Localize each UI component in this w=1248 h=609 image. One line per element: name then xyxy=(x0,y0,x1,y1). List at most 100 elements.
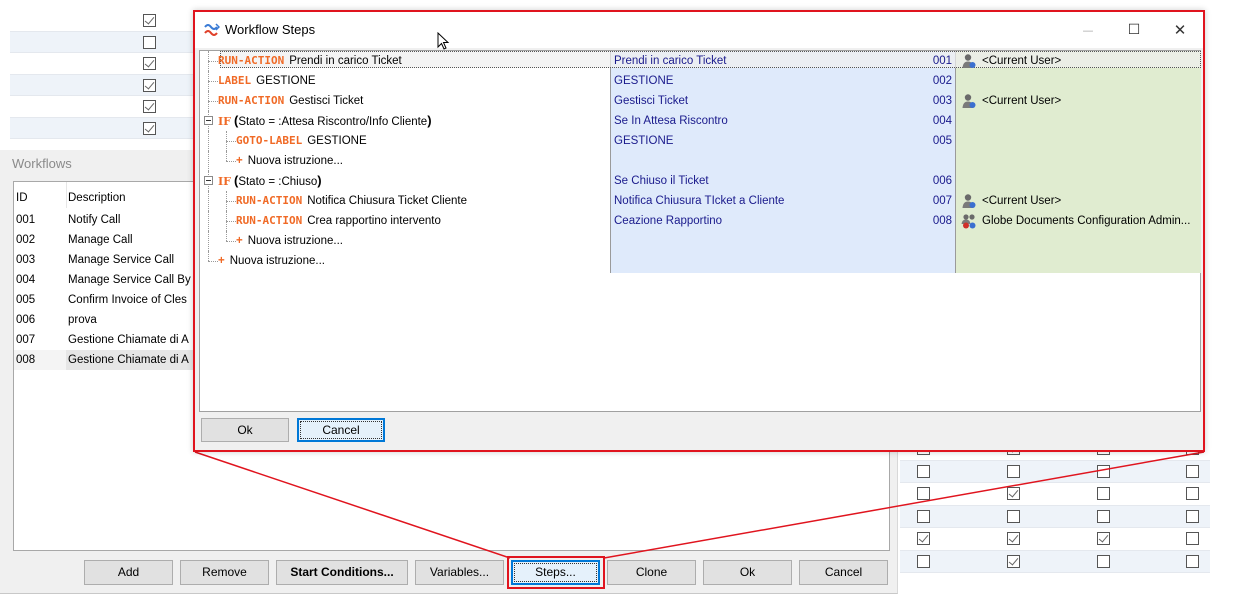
close-button[interactable]: ✕ xyxy=(1157,12,1203,48)
step-statement: + Nuova istruzione... xyxy=(236,153,343,169)
remove-button[interactable]: Remove xyxy=(180,560,269,585)
checkbox[interactable] xyxy=(1097,487,1110,500)
tree-line xyxy=(208,131,209,151)
checkbox[interactable] xyxy=(917,532,930,545)
step-text: Stato = :Chiuso xyxy=(238,176,318,188)
ok-button[interactable]: Ok xyxy=(703,560,792,585)
tree-line xyxy=(226,231,227,241)
step-text: GESTIONE xyxy=(307,135,367,147)
step-statement: LABEL GESTIONE xyxy=(218,73,316,89)
add-button[interactable]: Add xyxy=(84,560,173,585)
workflow-row[interactable]: 003 Manage Service Call xyxy=(14,250,204,270)
new-instruction-link[interactable]: Nuova istruzione... xyxy=(230,255,325,267)
workflow-description: Manage Service Call By xyxy=(68,274,191,286)
checkbox[interactable] xyxy=(143,57,156,70)
tree-line xyxy=(208,71,209,91)
checkbox[interactable] xyxy=(143,78,156,92)
workflow-row-selected[interactable]: 008 Gestione Chiamate di A xyxy=(14,350,204,370)
step-row-selected[interactable]: RUN-ACTION Prendi in carico Ticket Prendi … xyxy=(200,51,1201,71)
clone-button[interactable]: Clone xyxy=(607,560,696,585)
step-number: 001 xyxy=(932,55,952,67)
workflow-description: Manage Call xyxy=(68,234,133,246)
checkbox[interactable] xyxy=(917,509,930,523)
collapse-toggle-icon[interactable] xyxy=(204,116,213,125)
workflow-row[interactable]: 004 Manage Service Call By xyxy=(14,270,204,290)
checkbox[interactable] xyxy=(1186,464,1199,478)
checkbox[interactable] xyxy=(1186,554,1199,568)
checkbox[interactable] xyxy=(1097,464,1110,478)
checkbox[interactable] xyxy=(1007,532,1020,545)
step-description: GESTIONE xyxy=(614,135,674,147)
checkbox[interactable] xyxy=(1097,554,1110,568)
dialog-cancel-button[interactable]: Cancel xyxy=(297,418,385,442)
step-row[interactable]: IF (Stato = :Attesa Riscontro/Info Client… xyxy=(200,111,1201,131)
workflow-id: 002 xyxy=(16,234,36,246)
step-description: Ceazione Rapportino xyxy=(614,215,723,227)
workflow-row[interactable]: 006 prova xyxy=(14,310,204,330)
step-row[interactable]: + Nuova istruzione... xyxy=(200,231,1201,251)
step-row[interactable]: + Nuova istruzione... xyxy=(200,151,1201,171)
step-keyword: LABEL xyxy=(218,74,252,87)
variables-button[interactable]: Variables... xyxy=(415,560,504,585)
workflows-title: Workflows xyxy=(12,156,72,171)
tree-line xyxy=(226,241,236,242)
checkbox[interactable] xyxy=(917,487,930,500)
workflow-description: prova xyxy=(68,314,97,326)
checkbox[interactable] xyxy=(143,35,156,49)
workflow-row[interactable]: 005 Confirm Invoice of Cles xyxy=(14,290,204,310)
checkbox[interactable] xyxy=(1186,532,1199,545)
tree-line xyxy=(226,141,236,142)
step-keyword: RUN-ACTION xyxy=(218,94,285,107)
checkbox[interactable] xyxy=(1097,532,1110,545)
add-instruction-icon: + xyxy=(236,155,243,167)
checkbox[interactable] xyxy=(143,121,156,135)
column-divider[interactable] xyxy=(66,182,67,208)
minimize-button[interactable]: — xyxy=(1065,12,1111,48)
grid-row xyxy=(900,483,1210,506)
workflow-row[interactable]: 002 Manage Call xyxy=(14,230,204,250)
new-instruction-link[interactable]: Nuova istruzione... xyxy=(248,155,343,167)
step-row[interactable]: RUN-ACTION Crea rapportino intervento Ceaz… xyxy=(200,211,1201,231)
step-row[interactable]: IF (Stato = :Chiuso) Se Chiuso il Ticket 00… xyxy=(200,171,1201,191)
grid-row xyxy=(900,528,1210,551)
tree-line xyxy=(208,81,218,82)
add-instruction-icon: + xyxy=(236,235,243,247)
step-row[interactable]: LABEL GESTIONE GESTIONE 002 xyxy=(200,71,1201,91)
checkbox[interactable] xyxy=(1007,509,1020,523)
workflow-row[interactable]: 007 Gestione Chiamate di A xyxy=(14,330,204,350)
step-row[interactable]: RUN-ACTION Notifica Chiusura Ticket Clien… xyxy=(200,191,1201,211)
step-text: Stato = :Attesa Riscontro/Info Cliente xyxy=(238,116,428,128)
steps-button[interactable]: Steps... xyxy=(511,560,600,585)
step-description: GESTIONE xyxy=(614,75,674,87)
step-row[interactable]: GOTO-LABEL GESTIONE GESTIONE 005 xyxy=(200,131,1201,151)
tree-line xyxy=(226,211,227,231)
column-header-id[interactable]: ID xyxy=(16,192,28,208)
workflow-row[interactable]: 001 Notify Call xyxy=(14,210,204,230)
checkbox[interactable] xyxy=(1097,509,1110,523)
step-row[interactable]: RUN-ACTION Gestisci Ticket Gestisci Ticket… xyxy=(200,91,1201,111)
checkbox[interactable] xyxy=(1007,554,1020,568)
checkbox[interactable] xyxy=(1186,487,1199,500)
checkbox[interactable] xyxy=(1007,487,1020,500)
grid-row xyxy=(10,117,200,139)
collapse-toggle-icon[interactable] xyxy=(204,176,213,185)
dialog-titlebar[interactable]: Workflow Steps — ☐ ✕ xyxy=(195,12,1203,50)
checkbox[interactable] xyxy=(1186,509,1199,523)
dialog-ok-button[interactable]: Ok xyxy=(201,418,289,442)
start-conditions-button[interactable]: Start Conditions... xyxy=(276,560,408,585)
checkbox[interactable] xyxy=(143,100,156,113)
step-statement: RUN-ACTION Notifica Chiusura Ticket Clien… xyxy=(236,193,467,209)
cancel-button[interactable]: Cancel xyxy=(799,560,888,585)
step-row[interactable]: + Nuova istruzione... xyxy=(200,251,1201,271)
checkbox[interactable] xyxy=(917,464,930,478)
maximize-button[interactable]: ☐ xyxy=(1111,12,1157,48)
checkbox[interactable] xyxy=(1007,464,1020,478)
step-description: Se In Attesa Riscontro xyxy=(614,115,728,127)
steps-tree-grid[interactable]: RUN-ACTION Prendi in carico Ticket Prendi … xyxy=(199,50,1201,412)
workflow-id: 001 xyxy=(16,214,36,226)
checkbox[interactable] xyxy=(143,14,156,27)
column-header-description[interactable]: Description xyxy=(68,192,126,208)
new-instruction-link[interactable]: Nuova istruzione... xyxy=(248,235,343,247)
checkbox[interactable] xyxy=(917,554,930,568)
grid-row xyxy=(900,460,1210,483)
